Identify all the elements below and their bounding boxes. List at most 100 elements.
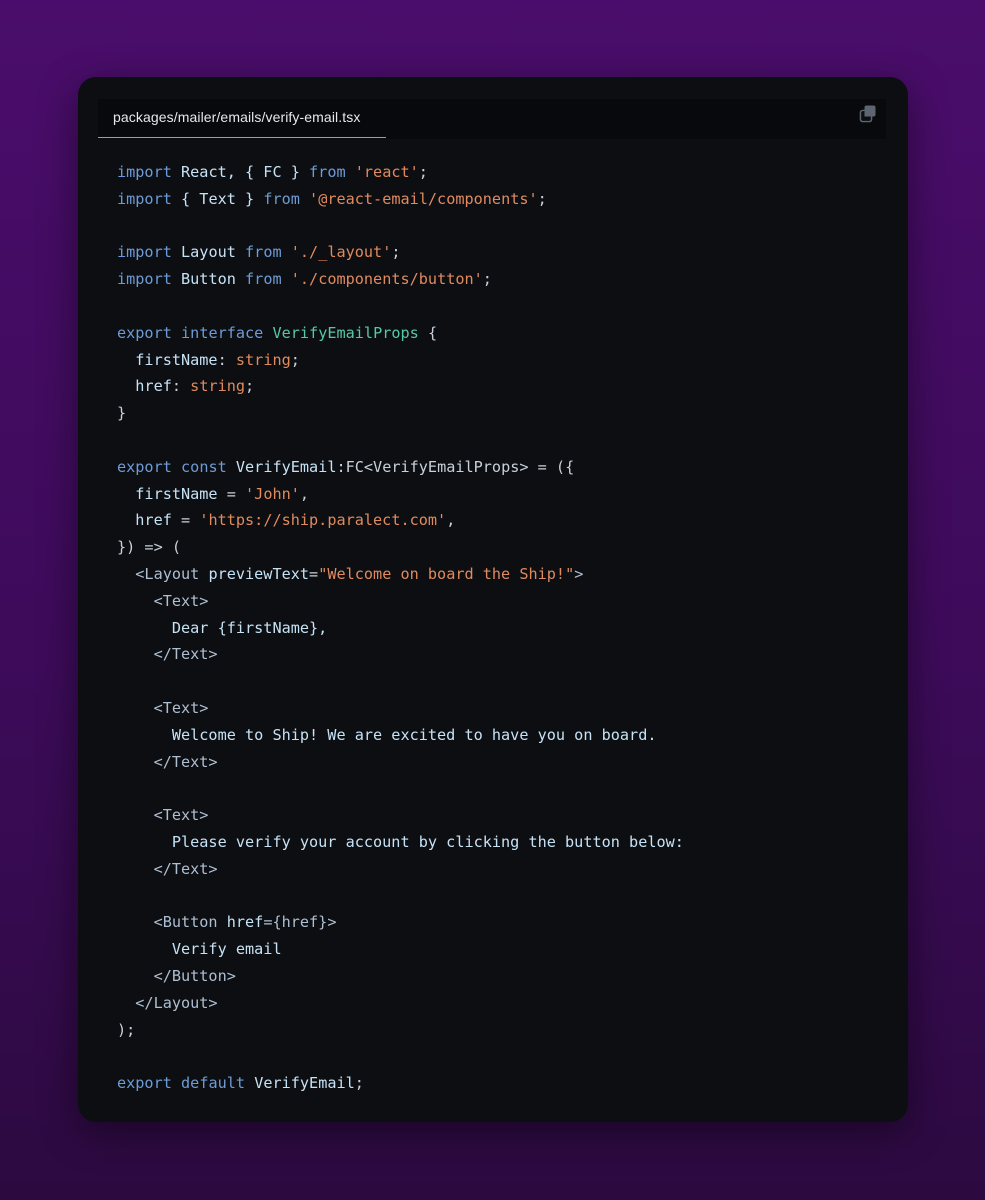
code-token: <Text> (117, 591, 209, 610)
code-token: </Text> (117, 859, 218, 878)
code-line: Welcome to Ship! We are excited to have … (117, 722, 684, 749)
code-token: import (117, 163, 172, 181)
code-token: </Layout> (117, 993, 218, 1012)
code-token: ; (354, 1074, 364, 1093)
code-token: = (171, 511, 200, 530)
file-tab-label: packages/mailer/emails/verify-email.tsx (113, 109, 361, 125)
code-token: previewText (208, 564, 310, 583)
code-token: <Text> (117, 698, 209, 717)
code-token: firstName (117, 350, 218, 369)
code-token: from (309, 163, 346, 181)
code-token: const (181, 457, 227, 476)
code-token: { Text } (171, 189, 264, 208)
code-line: </Text> (117, 856, 684, 883)
code-line: }) => ( (117, 534, 684, 561)
code-token: './_layout' (290, 243, 392, 262)
code-line: Please verify your account by clicking t… (117, 829, 684, 856)
code-token: :FC<VerifyEmailProps> = ({ (336, 457, 575, 476)
code-token: from (245, 243, 282, 262)
code-token: import (117, 189, 172, 208)
code-line: <Text> (117, 588, 684, 615)
code-line: <Layout previewText="Welcome on board th… (117, 561, 684, 588)
code-token: interface (181, 323, 264, 342)
code-token: } (117, 404, 127, 423)
code-line: import Layout from './_layout'; (117, 239, 684, 266)
code-line: </Text> (117, 641, 684, 668)
code-line: href: string; (117, 373, 684, 400)
code-token: export (117, 457, 172, 476)
code-token: 'John' (245, 484, 300, 503)
code-token: ={href}> (263, 913, 337, 932)
code-token: VerifyEmail (226, 457, 337, 476)
code-token: ; (290, 350, 300, 369)
code-line: </Text> (117, 749, 684, 776)
code-token: ; (245, 377, 255, 396)
code-token: > (574, 564, 584, 583)
code-token: { (418, 323, 438, 342)
code-line: import React, { FC } from 'react'; (117, 159, 684, 186)
code-line: <Button href={href}> (117, 909, 684, 936)
code-token: import (117, 270, 172, 289)
code-token: href (226, 913, 264, 932)
code-line: Dear {firstName}, (117, 615, 684, 642)
code-token: './components/button' (290, 270, 483, 289)
code-token: ); (117, 1020, 136, 1039)
code-window: packages/mailer/emails/verify-email.tsx … (78, 77, 908, 1122)
code-line: ); (117, 1017, 684, 1044)
code-token: export (117, 323, 172, 342)
code-token: </Button> (117, 966, 236, 985)
code-token: Please verify your account by clicking t… (117, 832, 684, 851)
code-block[interactable]: import React, { FC } from 'react'; import… (117, 159, 684, 1097)
code-token: <Layout (117, 564, 209, 583)
code-token: , (446, 511, 456, 530)
file-tab[interactable]: packages/mailer/emails/verify-email.tsx (98, 99, 386, 138)
code-token: ; (418, 163, 428, 181)
code-token: , (299, 484, 310, 503)
code-token: from (263, 189, 300, 208)
copy-icon (859, 105, 876, 123)
code-line: import Button from './components/button'… (117, 266, 684, 293)
code-token: default (181, 1074, 246, 1093)
code-token: Verify email (117, 940, 282, 959)
code-token: VerifyEmail (245, 1074, 355, 1093)
code-line: } (117, 400, 684, 427)
code-line: <Text> (117, 695, 684, 722)
code-line: export default VerifyEmail; (117, 1070, 684, 1097)
code-token: 'https://ship.paralect.com' (199, 511, 447, 530)
code-token: href (117, 377, 172, 396)
code-token: '@react-email/components' (309, 189, 538, 208)
code-token: VerifyEmailProps (272, 323, 419, 342)
code-token: </Text> (117, 645, 218, 664)
code-token: React, { FC } (171, 163, 310, 181)
code-line: Verify email (117, 936, 684, 963)
code-line: export interface VerifyEmailProps { (117, 320, 684, 347)
code-token: ; (482, 270, 492, 289)
code-token: <Text> (117, 806, 209, 825)
code-token: Layout (171, 243, 246, 262)
code-line: export const VerifyEmail:FC<VerifyEmailP… (117, 454, 684, 481)
code-token: Button (171, 270, 246, 289)
copy-button[interactable] (858, 104, 878, 124)
code-token: Dear {firstName}, (117, 618, 328, 637)
code-line: </Layout> (117, 990, 684, 1017)
code-token: from (245, 270, 282, 289)
code-line: firstName: string; (117, 347, 684, 374)
code-token: 'react' (354, 163, 419, 181)
code-line: <Text> (117, 802, 684, 829)
code-token: = (217, 484, 246, 503)
code-token: export (117, 1074, 172, 1093)
code-token: string (235, 350, 291, 369)
file-tab-bar: packages/mailer/emails/verify-email.tsx (98, 99, 886, 139)
